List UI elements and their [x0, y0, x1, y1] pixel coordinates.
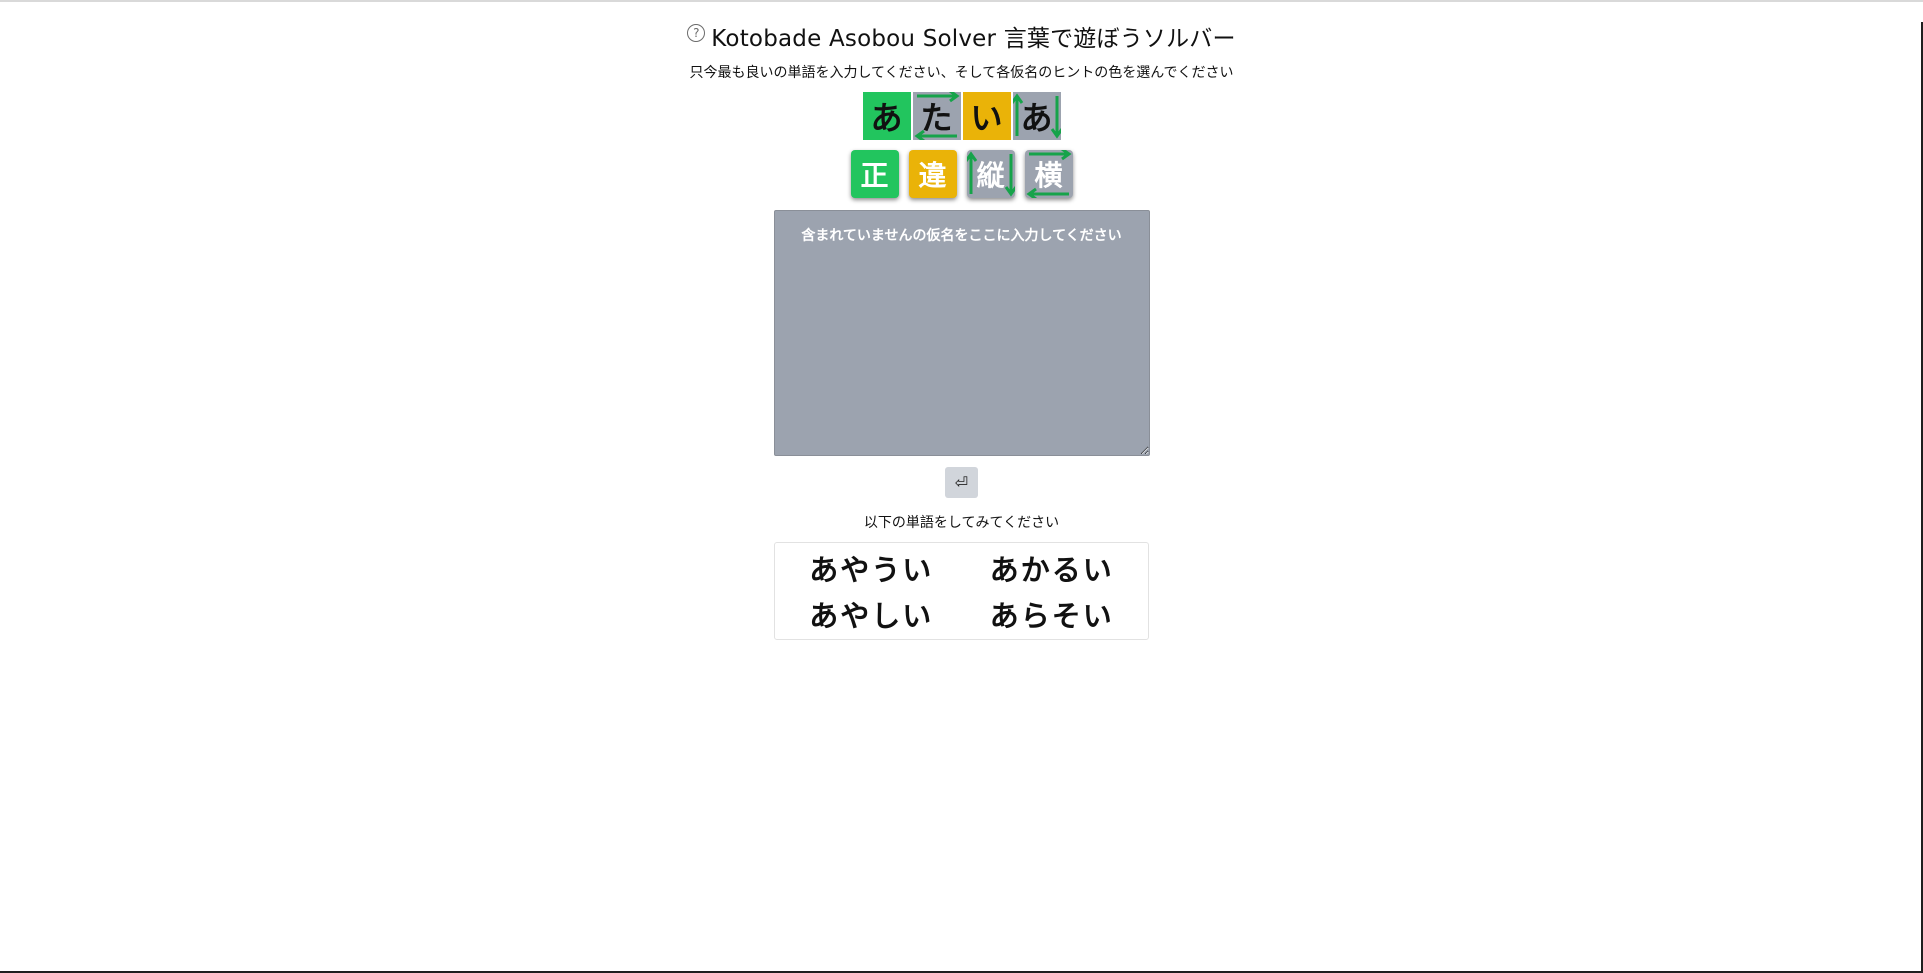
- suggested-word[interactable]: あやうい: [809, 547, 933, 589]
- legend-label: 違: [918, 159, 947, 192]
- legend-correct-button[interactable]: 正: [850, 150, 899, 198]
- guess-tiles-row: あ た い あ: [862, 92, 1061, 140]
- guess-tile-1[interactable]: あ: [862, 92, 911, 140]
- guess-tile-char: い: [970, 99, 1003, 137]
- guess-tile-4[interactable]: あ: [1012, 92, 1061, 140]
- page-title: Kotobade Asobou Solver 言葉で遊ぼうソルバー: [711, 26, 1236, 52]
- suggested-word[interactable]: あかるい: [990, 547, 1114, 589]
- suggested-word[interactable]: あやしい: [809, 593, 933, 635]
- guess-tile-char: あ: [1020, 99, 1053, 137]
- legend-vertical-button[interactable]: 縦: [966, 150, 1015, 198]
- absent-kana-input[interactable]: [773, 210, 1150, 456]
- instructions-text: 只今最も良いの単語を入力してください、そして各仮名のヒントの色を選んでください: [689, 65, 1234, 81]
- submit-button[interactable]: ⏎: [945, 467, 978, 498]
- hint-color-legend: 正 違 縦 横: [850, 150, 1073, 198]
- legend-present-button[interactable]: 違: [908, 150, 957, 198]
- legend-label: 横: [1034, 159, 1063, 192]
- solver-main: ? Kotobade Asobou Solver 言葉で遊ぼうソルバー 只今最も…: [0, 2, 1923, 640]
- guess-tile-char: た: [920, 99, 953, 137]
- header: ? Kotobade Asobou Solver 言葉で遊ぼうソルバー: [687, 20, 1236, 52]
- legend-label: 縦: [976, 159, 1005, 192]
- legend-label: 正: [860, 159, 889, 192]
- guess-tile-3[interactable]: い: [962, 92, 1011, 140]
- help-circle-icon[interactable]: ?: [687, 24, 706, 42]
- app-window: ? Kotobade Asobou Solver 言葉で遊ぼうソルバー 只今最も…: [0, 0, 1923, 973]
- suggested-word[interactable]: あらそい: [990, 593, 1114, 635]
- legend-horizontal-button[interactable]: 横: [1024, 150, 1073, 198]
- guess-tile-2[interactable]: た: [912, 92, 961, 140]
- guess-tile-char: あ: [870, 99, 903, 137]
- suggestions-list: あやうい あかるい あやしい あらそい: [774, 542, 1149, 640]
- suggestions-label: 以下の単語をしてみてください: [863, 515, 1060, 531]
